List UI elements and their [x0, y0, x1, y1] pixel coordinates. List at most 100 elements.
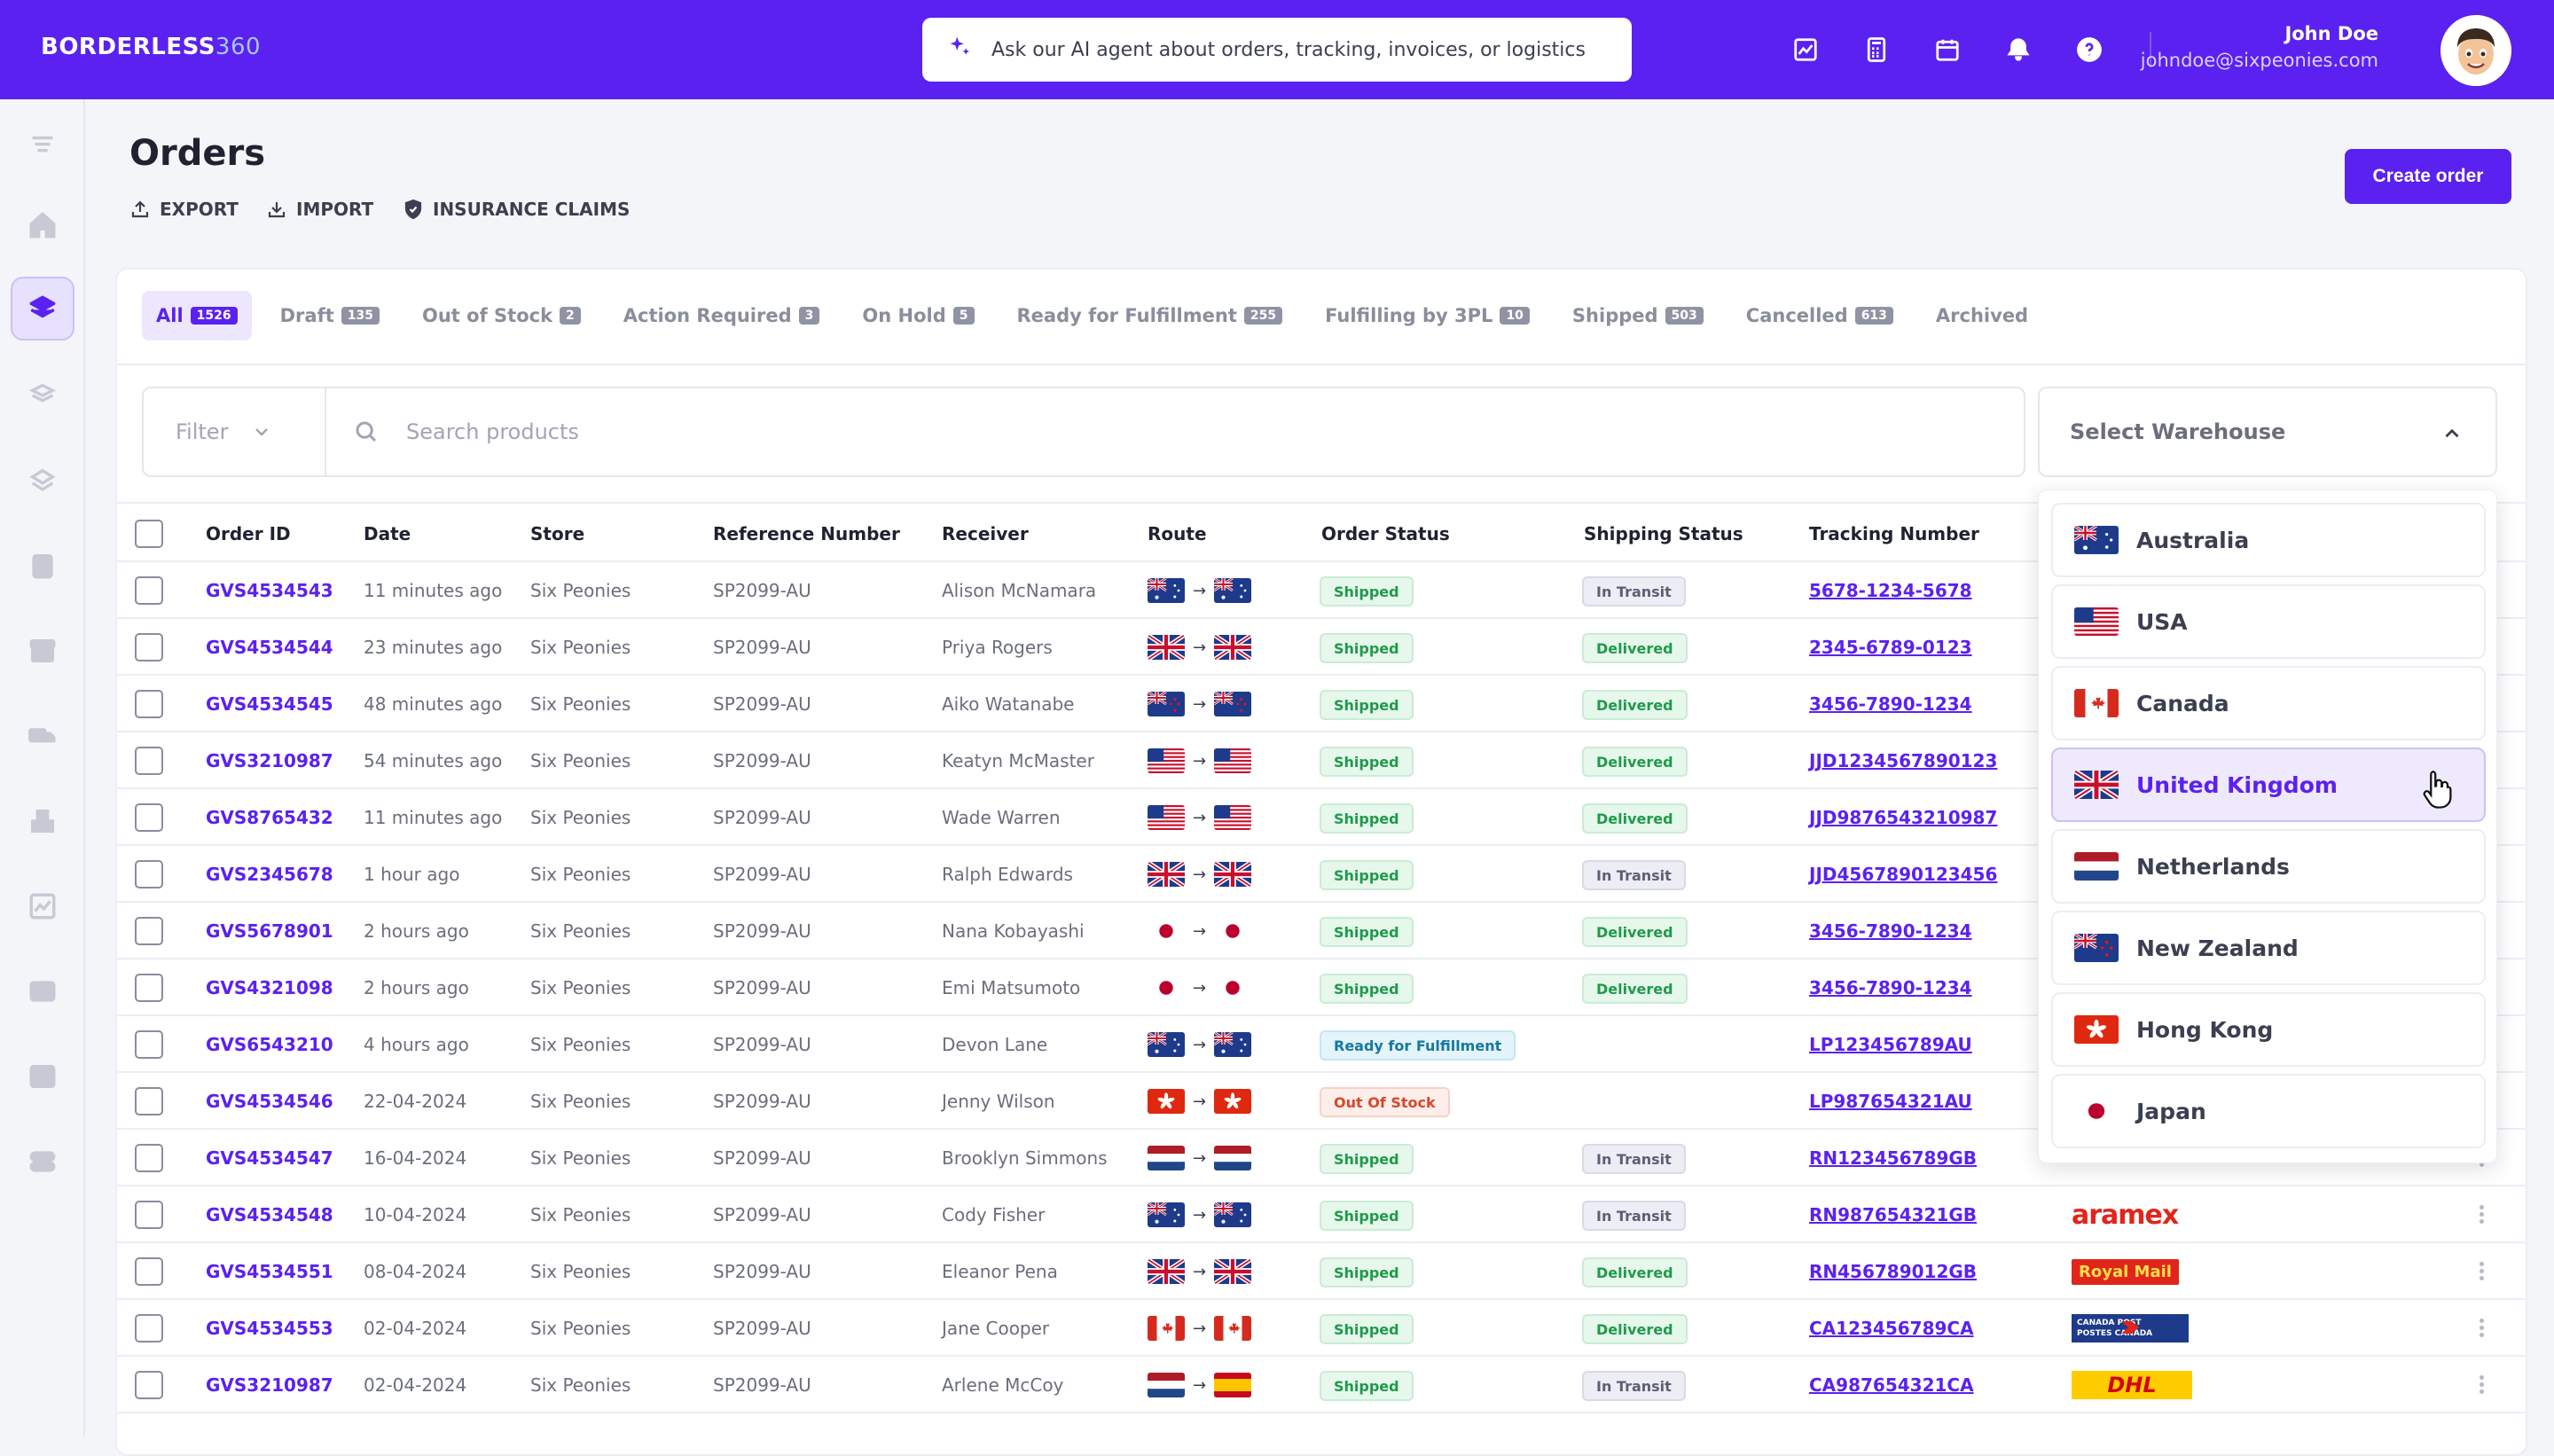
analytics-icon[interactable]: [1790, 34, 1821, 66]
row-checkbox[interactable]: [135, 1030, 163, 1059]
row-checkbox[interactable]: [135, 633, 163, 661]
tracking-number-link[interactable]: JJD9876543210987: [1809, 807, 1997, 828]
warehouse-option-usa[interactable]: USA: [2051, 584, 2486, 659]
column-header[interactable]: Order Status: [1321, 523, 1450, 544]
sidebar-item-shipping[interactable]: [11, 704, 74, 768]
order-id-link[interactable]: GVS5678901: [206, 920, 333, 942]
warehouse-option-netherlands[interactable]: Netherlands: [2051, 829, 2486, 904]
row-checkbox[interactable]: [135, 1314, 163, 1342]
tab-out-of-stock[interactable]: Out of Stock 2: [408, 291, 595, 341]
row-checkbox[interactable]: [135, 974, 163, 1002]
order-id-link[interactable]: GVS3210987: [206, 1374, 333, 1396]
column-header[interactable]: Order ID: [206, 523, 291, 544]
column-header[interactable]: Tracking Number: [1809, 523, 1979, 544]
sidebar-item-orders[interactable]: [11, 277, 74, 341]
sidebar-item-packages[interactable]: [11, 789, 74, 853]
tab-shipped[interactable]: Shipped 503: [1558, 291, 1718, 341]
tracking-number-link[interactable]: JJD1234567890123: [1809, 750, 1997, 771]
avatar[interactable]: [2440, 15, 2511, 86]
table-row[interactable]: GVS4534548 10-04-2024 Six Peonies SP2099-AU…: [117, 1186, 2526, 1243]
sidebar-item-integrations[interactable]: [11, 1130, 74, 1194]
warehouse-option-canada[interactable]: Canada: [2051, 666, 2486, 740]
tracking-number-link[interactable]: LP987654321AU: [1809, 1091, 1972, 1112]
row-checkbox[interactable]: [135, 690, 163, 718]
warehouse-option-japan[interactable]: Japan: [2051, 1074, 2486, 1148]
table-row[interactable]: GVS4534551 08-04-2024 Six Peonies SP2099-AU…: [117, 1243, 2526, 1300]
order-id-link[interactable]: GVS4321098: [206, 977, 333, 998]
order-id-link[interactable]: GVS4534553: [206, 1318, 333, 1339]
warehouse-option-new-zealand[interactable]: New Zealand: [2051, 911, 2486, 985]
tab-on-hold[interactable]: On Hold 5: [848, 291, 988, 341]
select-all-checkbox[interactable]: [135, 520, 163, 548]
tracking-number-link[interactable]: RN456789012GB: [1809, 1261, 1977, 1282]
order-id-link[interactable]: GVS4534548: [206, 1204, 333, 1225]
tab-archived[interactable]: Archived: [1922, 291, 2042, 341]
sidebar-item-invoices[interactable]: [11, 534, 74, 598]
tracking-number-link[interactable]: RN123456789GB: [1809, 1147, 1977, 1169]
export-button[interactable]: EXPORT: [129, 199, 239, 220]
warehouse-option-australia[interactable]: Australia: [2051, 503, 2486, 577]
sidebar-item-products[interactable]: [11, 449, 74, 513]
tab-all[interactable]: All 1526: [142, 291, 252, 341]
order-id-link[interactable]: GVS4534543: [206, 580, 333, 601]
column-header[interactable]: Store: [530, 523, 584, 544]
row-checkbox[interactable]: [135, 576, 163, 605]
tracking-number-link[interactable]: 3456-7890-1234: [1809, 977, 1972, 998]
table-row[interactable]: GVS4534553 02-04-2024 Six Peonies SP2099-AU…: [117, 1300, 2526, 1357]
sidebar-item-inventory[interactable]: [11, 364, 74, 427]
tracking-number-link[interactable]: 2345-6789-0123: [1809, 637, 1972, 658]
order-id-link[interactable]: GVS4534546: [206, 1091, 333, 1112]
tab-cancelled[interactable]: Cancelled 613: [1732, 291, 1908, 341]
row-checkbox[interactable]: [135, 1087, 163, 1115]
row-checkbox[interactable]: [135, 1371, 163, 1399]
tracking-number-link[interactable]: 3456-7890-1234: [1809, 920, 1972, 942]
bell-icon[interactable]: [2002, 34, 2034, 66]
warehouse-option-hong-kong[interactable]: Hong Kong: [2051, 992, 2486, 1067]
tab-draft[interactable]: Draft 135: [266, 291, 394, 341]
order-id-link[interactable]: GVS4534547: [206, 1147, 333, 1169]
order-id-link[interactable]: GVS2345678: [206, 864, 333, 885]
sidebar-item-returns[interactable]: [11, 959, 74, 1023]
row-checkbox[interactable]: [135, 1201, 163, 1229]
tracking-number-link[interactable]: CA987654321CA: [1809, 1374, 1974, 1396]
row-checkbox[interactable]: [135, 1257, 163, 1286]
logo[interactable]: BORDERLESS360: [41, 34, 261, 60]
tracking-number-link[interactable]: 3456-7890-1234: [1809, 693, 1972, 715]
column-header[interactable]: Receiver: [942, 523, 1029, 544]
row-more-icon[interactable]: [2472, 1373, 2490, 1397]
order-id-link[interactable]: GVS8765432: [206, 807, 333, 828]
create-order-button[interactable]: Create order: [2345, 149, 2511, 204]
import-button[interactable]: IMPORT: [266, 199, 373, 220]
row-checkbox[interactable]: [135, 860, 163, 888]
tracking-number-link[interactable]: 5678-1234-5678: [1809, 580, 1972, 601]
sidebar-item-home[interactable]: [11, 193, 74, 257]
order-id-link[interactable]: GVS6543210: [206, 1034, 333, 1055]
column-header[interactable]: Route: [1148, 523, 1207, 544]
row-more-icon[interactable]: [2472, 1259, 2490, 1284]
tab-action-required[interactable]: Action Required 3: [609, 291, 834, 341]
order-id-link[interactable]: GVS4534545: [206, 693, 333, 715]
search-input[interactable]: [406, 419, 1914, 444]
column-header[interactable]: Shipping Status: [1584, 523, 1743, 544]
tracking-number-link[interactable]: RN987654321GB: [1809, 1204, 1977, 1225]
tracking-number-link[interactable]: CA123456789CA: [1809, 1318, 1974, 1339]
row-checkbox[interactable]: [135, 803, 163, 832]
sidebar-item-collapse[interactable]: [11, 114, 74, 177]
insurance-claims-button[interactable]: INSURANCE CLAIMS: [403, 199, 630, 220]
row-more-icon[interactable]: [2472, 1202, 2490, 1227]
sidebar-item-warehouse[interactable]: [11, 619, 74, 683]
tab-fulfilling-by-3pl[interactable]: Fulfilling by 3PL 10: [1311, 291, 1544, 341]
sidebar-item-analytics[interactable]: [11, 1045, 74, 1108]
help-icon[interactable]: [2073, 34, 2105, 66]
row-checkbox[interactable]: [135, 747, 163, 775]
sidebar-item-reports[interactable]: [11, 874, 74, 938]
order-id-link[interactable]: GVS3210987: [206, 750, 333, 771]
row-checkbox[interactable]: [135, 917, 163, 945]
calendar-icon[interactable]: [1931, 34, 1963, 66]
tracking-number-link[interactable]: JJD4567890123456: [1809, 864, 1997, 885]
order-id-link[interactable]: GVS4534544: [206, 637, 333, 658]
column-header[interactable]: Reference Number: [713, 523, 900, 544]
tracking-number-link[interactable]: LP123456789AU: [1809, 1034, 1972, 1055]
filter-dropdown[interactable]: Filter: [144, 388, 326, 475]
row-more-icon[interactable]: [2472, 1316, 2490, 1341]
